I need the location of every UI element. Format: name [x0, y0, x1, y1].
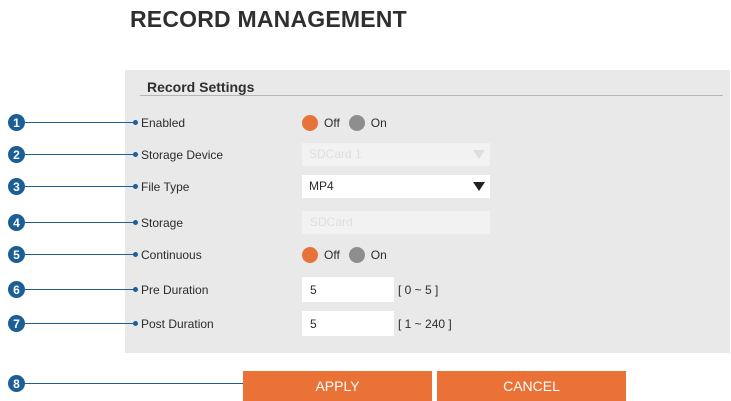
leader-dot: [133, 120, 138, 125]
storage-row: 4 Storage SDCard: [0, 209, 731, 237]
radio-label: Off: [324, 116, 340, 130]
storage-device-row: 2 Storage Device SDCard 1: [0, 141, 731, 169]
chevron-down-icon: [473, 182, 485, 191]
marker-badge-7: 7: [8, 315, 25, 332]
continuous-row: 5 Continuous Off On: [0, 241, 731, 269]
radio-checked-icon: [302, 247, 318, 263]
apply-button[interactable]: APPLY: [243, 371, 432, 401]
leader-line: [25, 254, 135, 255]
enabled-off-radio[interactable]: Off: [302, 115, 340, 131]
storage-device-select[interactable]: SDCard 1: [302, 143, 490, 166]
post-duration-label: Post Duration: [141, 317, 214, 331]
storage-device-value: SDCard 1: [309, 147, 362, 161]
enabled-on-radio[interactable]: On: [348, 115, 387, 131]
enabled-radio-group: Off On: [302, 115, 396, 131]
enabled-row: 1 Enabled Off On: [0, 109, 731, 137]
radio-unchecked-icon: [348, 247, 365, 263]
marker-badge-4: 4: [8, 214, 25, 231]
leader-line: [25, 323, 135, 324]
leader-dot: [133, 152, 138, 157]
leader-dot: [133, 220, 138, 225]
pre-duration-range: [ 0 ~ 5 ]: [398, 283, 439, 297]
leader-dot: [133, 252, 138, 257]
leader-dot: [133, 321, 138, 326]
leader-dot: [133, 184, 138, 189]
post-duration-input[interactable]: [302, 311, 394, 336]
leader-line: [25, 154, 135, 155]
pre-duration-label: Pre Duration: [141, 283, 209, 297]
post-duration-range: [ 1 ~ 240 ]: [398, 317, 452, 331]
continuous-radio-group: Off On: [302, 247, 396, 263]
storage-label: Storage: [141, 216, 184, 230]
radio-label: On: [370, 116, 387, 130]
enabled-label: Enabled: [141, 116, 186, 130]
continuous-on-radio[interactable]: On: [348, 247, 387, 263]
radio-unchecked-icon: [348, 115, 365, 131]
chevron-down-icon: [473, 150, 485, 159]
continuous-off-radio[interactable]: Off: [302, 247, 340, 263]
file-type-label: File Type: [141, 180, 190, 194]
leader-line: [25, 289, 135, 290]
leader-line: [25, 186, 135, 187]
leader-line: [25, 222, 135, 223]
pre-duration-row: 6 Pre Duration [ 0 ~ 5 ]: [0, 276, 731, 304]
post-duration-row: 7 Post Duration [ 1 ~ 240 ]: [0, 310, 731, 338]
marker-badge-6: 6: [8, 281, 25, 298]
marker-badge-1: 1: [8, 114, 25, 131]
section-title: Record Settings: [147, 79, 255, 95]
radio-label: On: [370, 248, 387, 262]
section-divider: [140, 95, 723, 96]
file-type-select[interactable]: MP4: [302, 175, 490, 198]
page-title: RECORD MANAGEMENT: [130, 6, 407, 32]
leader-dot: [133, 287, 138, 292]
marker-badge-3: 3: [8, 178, 25, 195]
radio-checked-icon: [302, 115, 318, 131]
storage-device-label: Storage Device: [141, 148, 224, 162]
radio-label: Off: [324, 248, 340, 262]
storage-field[interactable]: SDCard: [302, 211, 490, 234]
marker-badge-8: 8: [8, 375, 25, 392]
file-type-value: MP4: [309, 179, 334, 193]
cancel-button[interactable]: CANCEL: [437, 371, 626, 401]
leader-line: [25, 122, 135, 123]
continuous-label: Continuous: [141, 248, 202, 262]
marker-badge-2: 2: [8, 146, 25, 163]
marker-badge-5: 5: [8, 246, 25, 263]
pre-duration-input[interactable]: [302, 277, 394, 302]
file-type-row: 3 File Type MP4: [0, 173, 731, 201]
